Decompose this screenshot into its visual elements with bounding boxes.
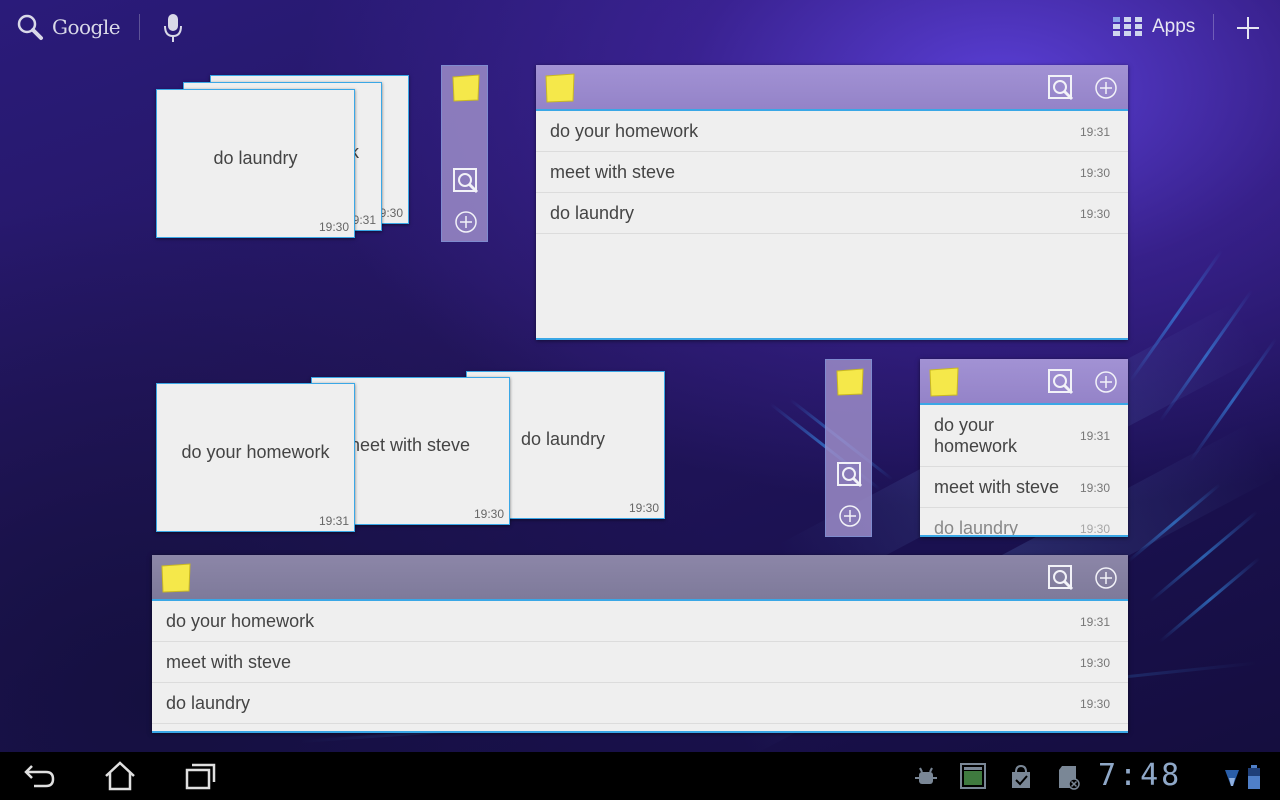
card-time: 19:31 bbox=[318, 514, 349, 528]
list-item[interactable]: do your homework 19:31 bbox=[152, 601, 1128, 642]
widget-header bbox=[536, 65, 1128, 111]
top-bar-divider-right bbox=[1213, 14, 1214, 40]
note-time: 19:31 bbox=[1079, 429, 1110, 443]
microphone-icon bbox=[164, 14, 182, 42]
notes-list: do your homework 19:31 meet with steve 1… bbox=[920, 405, 1128, 537]
apps-label: Apps bbox=[1152, 16, 1196, 37]
voice-search-button[interactable] bbox=[160, 12, 186, 44]
shopping-bag-icon[interactable] bbox=[1008, 764, 1034, 790]
usb-debugging-icon[interactable] bbox=[913, 764, 939, 790]
list-item[interactable]: meet with steve 19:30 bbox=[152, 642, 1128, 683]
note-time: 19:30 bbox=[1079, 655, 1110, 670]
note-title: do laundry bbox=[550, 203, 635, 223]
notes-list-widget-large: do your homework 19:31 meet with steve 1… bbox=[536, 65, 1128, 340]
screenshot-notification-icon[interactable] bbox=[959, 762, 987, 790]
card-time: 9:30 bbox=[379, 206, 403, 220]
sticky-note-icon bbox=[161, 563, 191, 593]
note-time: 19:30 bbox=[1079, 480, 1110, 495]
widget-bottom-border bbox=[920, 535, 1128, 537]
home-icon bbox=[105, 761, 135, 791]
note-title: meet with steve bbox=[166, 652, 292, 672]
home-button[interactable] bbox=[100, 760, 140, 792]
google-search-label: Google bbox=[52, 15, 121, 39]
status-clock[interactable]: 7:48 bbox=[1098, 758, 1182, 793]
note-title: meet with steve bbox=[550, 162, 676, 182]
recent-apps-icon bbox=[185, 763, 216, 790]
notes-strip-widget-middle bbox=[825, 359, 872, 537]
note-time: 19:31 bbox=[1079, 614, 1110, 629]
sticky-note-icon bbox=[545, 73, 575, 103]
note-title: do your homework bbox=[934, 415, 1018, 456]
add-note-icon[interactable] bbox=[1094, 566, 1118, 590]
google-search-button[interactable]: Google bbox=[16, 12, 136, 42]
apps-button[interactable]: Apps bbox=[1112, 12, 1195, 42]
add-note-icon[interactable] bbox=[838, 504, 862, 528]
card-time: 19:30 bbox=[473, 507, 504, 521]
plus-icon bbox=[1237, 17, 1259, 39]
add-note-icon[interactable] bbox=[454, 210, 478, 234]
note-title: do your homework bbox=[550, 121, 699, 141]
stack-card-front[interactable]: do laundry 19:30 bbox=[156, 89, 355, 238]
system-bar bbox=[0, 752, 1280, 800]
battery-icon bbox=[1248, 765, 1260, 789]
list-item[interactable]: do your homework 19:31 bbox=[920, 405, 1128, 467]
top-bar-divider bbox=[139, 14, 140, 40]
search-notes-icon[interactable] bbox=[1047, 368, 1075, 396]
add-widget-button[interactable] bbox=[1234, 12, 1262, 42]
card-time: 19:30 bbox=[318, 220, 349, 234]
card-time: 19:30 bbox=[628, 501, 659, 515]
list-item[interactable]: do laundry 19:30 bbox=[152, 683, 1128, 724]
note-time: 19:30 bbox=[1079, 165, 1110, 180]
wifi-signal-icon bbox=[1225, 770, 1239, 786]
notes-list: do your homework 19:31 meet with steve 1… bbox=[536, 111, 1128, 340]
stack-card-front[interactable]: do your homework 19:31 bbox=[156, 383, 355, 532]
card-text: do your homework bbox=[181, 442, 330, 462]
list-item[interactable]: meet with steve 19:30 bbox=[920, 467, 1128, 508]
search-notes-icon[interactable] bbox=[1047, 564, 1075, 592]
top-bar: Google Apps bbox=[0, 0, 1280, 56]
note-time: 19:31 bbox=[1079, 124, 1110, 139]
note-title: do your homework bbox=[166, 611, 315, 631]
note-time: 19:30 bbox=[1079, 206, 1110, 221]
notes-list-widget-small: do your homework 19:31 meet with steve 1… bbox=[920, 359, 1128, 537]
note-title: meet with steve bbox=[934, 477, 1060, 497]
sd-card-icon[interactable] bbox=[1056, 764, 1082, 790]
card-text: do laundry bbox=[213, 148, 298, 168]
recent-apps-button[interactable] bbox=[180, 760, 220, 792]
widget-header bbox=[152, 555, 1128, 601]
back-icon bbox=[24, 765, 55, 788]
note-time: 19:30 bbox=[1079, 696, 1110, 711]
note-title: do laundry bbox=[934, 518, 1019, 537]
widget-header bbox=[920, 359, 1128, 405]
list-item[interactable]: meet with steve 19:30 bbox=[536, 152, 1128, 193]
widget-bottom-border bbox=[536, 338, 1128, 340]
back-button[interactable] bbox=[20, 760, 60, 792]
sticky-note-icon bbox=[929, 367, 959, 397]
list-item[interactable]: do laundry 19:30 bbox=[536, 193, 1128, 234]
note-title: do laundry bbox=[166, 693, 251, 713]
widget-bottom-border bbox=[152, 731, 1128, 733]
notes-strip-widget-top bbox=[441, 65, 488, 242]
add-note-icon[interactable] bbox=[1094, 76, 1118, 100]
sticky-note-icon bbox=[452, 74, 480, 102]
notes-list: do your homework 19:31 meet with steve 1… bbox=[152, 601, 1128, 733]
notes-list-widget-wide: do your homework 19:31 meet with steve 1… bbox=[152, 555, 1128, 733]
apps-grid-icon bbox=[1113, 17, 1142, 36]
list-item[interactable]: do laundry 19:30 bbox=[920, 508, 1128, 537]
list-item[interactable]: do your homework 19:31 bbox=[536, 111, 1128, 152]
search-notes-icon[interactable] bbox=[1047, 74, 1075, 102]
add-note-icon[interactable] bbox=[1094, 370, 1118, 394]
search-notes-icon[interactable] bbox=[836, 461, 864, 489]
search-notes-icon[interactable] bbox=[452, 167, 480, 195]
note-time: 19:30 bbox=[1079, 521, 1110, 536]
search-icon bbox=[17, 14, 43, 40]
sticky-note-icon bbox=[836, 368, 864, 396]
